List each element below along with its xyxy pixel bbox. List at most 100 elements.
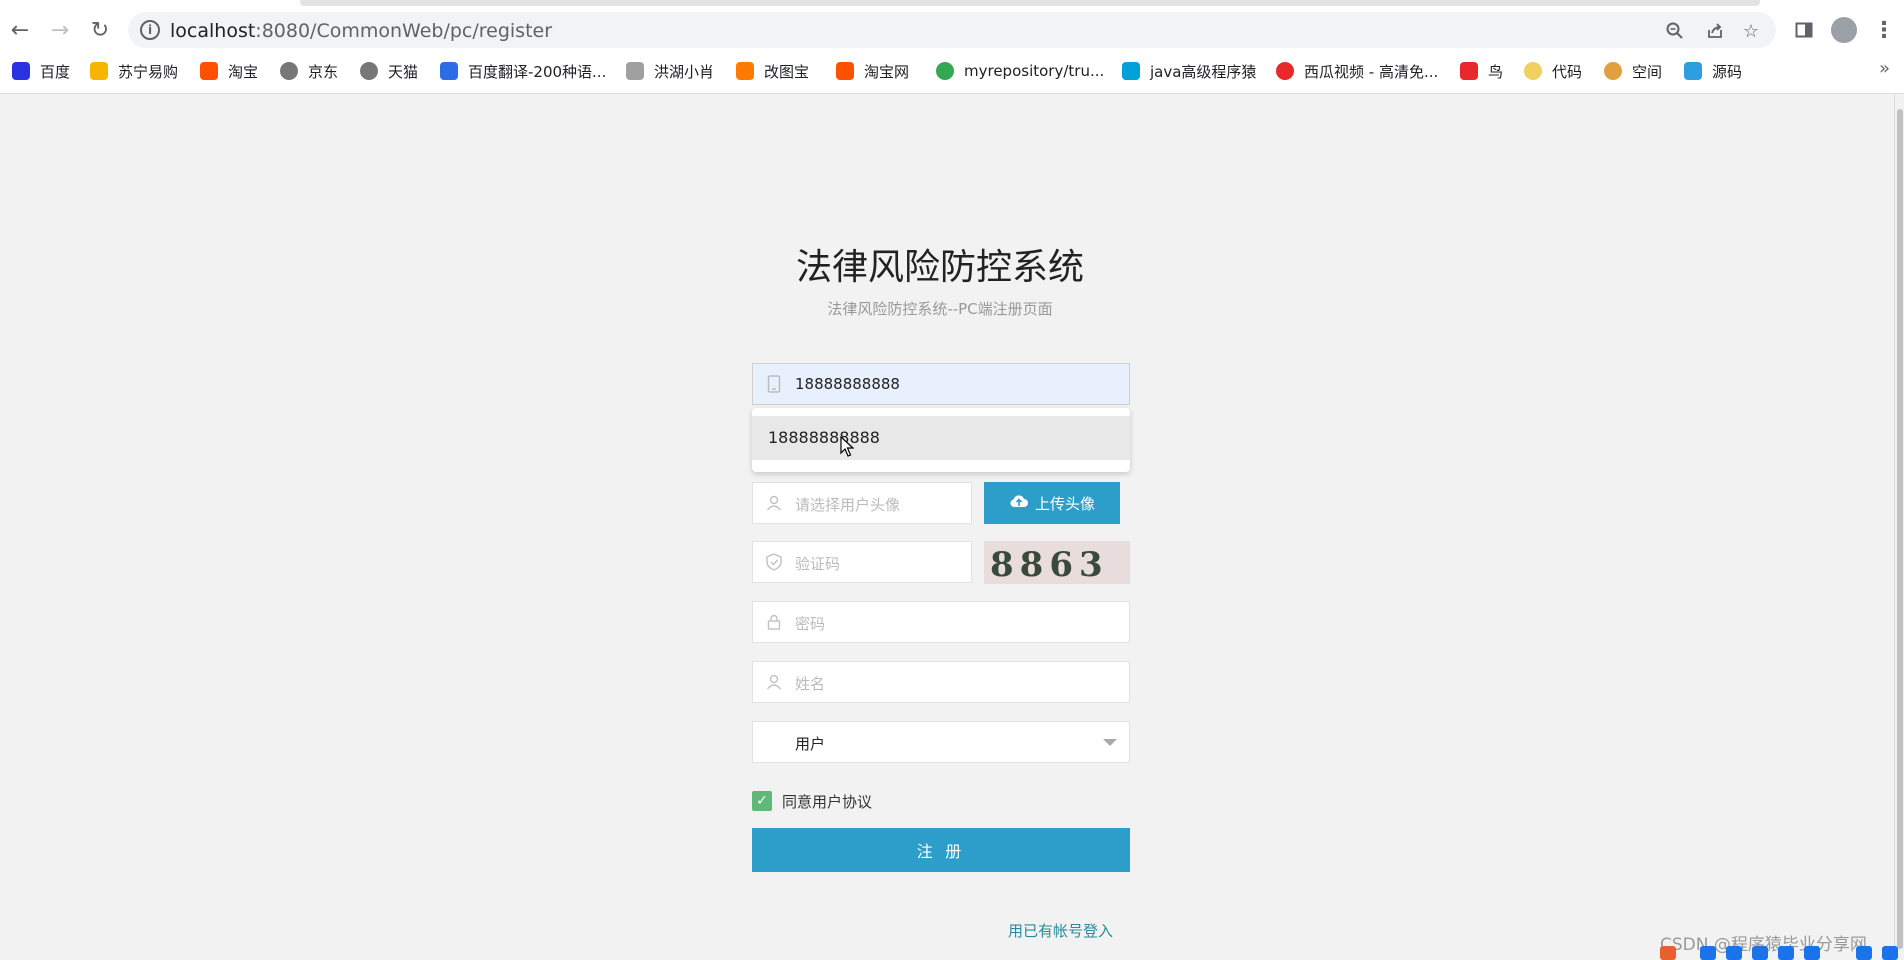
ime-skin-icon[interactable] [1856,946,1872,960]
bookmark-item[interactable]: 京东 [280,60,338,82]
bookmark-item[interactable]: 苏宁易购 [90,60,178,82]
user-icon [765,673,783,691]
phone-field[interactable]: 18888888888 [752,363,1130,405]
bookmark-label: 改图宝 [764,62,810,81]
captcha-field[interactable]: 验证码 [752,541,972,583]
bookmarks-overflow-icon[interactable]: » [1879,58,1890,79]
role-select[interactable]: 用户 [752,721,1130,763]
bookmark-favicon-icon [1684,62,1702,80]
agree-terms[interactable]: ✓ 同意用户协议 [752,790,872,812]
password-field[interactable]: 密码 [752,601,1130,643]
address-bar[interactable]: i localhost:8080/CommonWeb/pc/register ☆ [128,12,1776,48]
bookmark-star-icon[interactable]: ☆ [1738,18,1764,44]
back-icon[interactable]: ← [4,14,36,46]
bookmark-label: 代码 [1552,62,1583,81]
avatar-placeholder: 请选择用户头像 [795,496,901,514]
bookmark-item[interactable]: 西瓜视频 - 高清免... [1276,60,1438,82]
bookmark-label: 洪湖小肖 [654,62,715,81]
bookmark-favicon-icon [836,62,854,80]
bookmark-label: 鸟 [1488,62,1504,81]
share-icon[interactable] [1702,18,1728,44]
bookmark-label: 百度 [40,62,71,81]
bookmark-favicon-icon [1460,62,1478,80]
bookmark-item[interactable]: myrepository/tru... [936,60,1104,82]
avatar-field[interactable]: 请选择用户头像 [752,482,972,524]
captcha-image[interactable]: 8863 [984,541,1130,584]
scrollbar-thumb[interactable] [1897,109,1903,949]
forward-icon[interactable]: → [44,14,76,46]
autocomplete-option[interactable]: 18888888888 [752,416,1130,460]
bookmark-label: 京东 [308,62,339,81]
bookmark-item[interactable]: 百度翻译-200种语... [440,60,606,82]
bookmark-favicon-icon [626,62,644,80]
agree-label: 同意用户协议 [782,792,873,811]
bookmark-label: 西瓜视频 - 高清免... [1304,62,1439,81]
ime-toolbar [1660,946,1904,960]
bookmark-label: 淘宝网 [864,62,910,81]
bookmark-label: java高级程序猿 [1150,62,1257,81]
agree-checkbox[interactable]: ✓ [752,791,772,811]
bookmark-item[interactable]: 空间 [1604,60,1662,82]
page-scrollbar[interactable] [1894,95,1904,960]
upload-avatar-label: 上传头像 [1034,495,1095,513]
profile-avatar[interactable] [1828,14,1860,46]
bookmark-item[interactable]: 代码 [1524,60,1582,82]
upload-avatar-button[interactable]: 上传头像 [984,482,1120,524]
page-subtitle: 法律风险防控系统--PC端注册页面 [827,300,1053,318]
bookmark-favicon-icon [1524,62,1542,80]
role-selected-value: 用户 [795,735,826,753]
phone-icon [765,375,783,393]
bookmark-favicon-icon [90,62,108,80]
password-placeholder: 密码 [795,615,826,633]
bookmark-item[interactable]: 百度 [12,60,70,82]
mouse-cursor-icon [840,436,854,457]
phone-value: 18888888888 [795,375,900,393]
bookmark-favicon-icon [360,62,378,80]
ime-voice-icon[interactable] [1778,946,1794,960]
captcha-text: 8863 [990,545,1109,584]
bookmark-label: myrepository/tru... [964,62,1105,80]
site-info-icon[interactable]: i [140,20,160,40]
lock-icon [765,613,783,631]
bookmark-favicon-icon [12,62,30,80]
bookmark-favicon-icon [280,62,298,80]
bookmark-favicon-icon [736,62,754,80]
ime-menu-icon[interactable] [1882,946,1898,960]
menu-icon[interactable]: ⋮ [1868,14,1900,46]
bookmark-label: 源码 [1712,62,1743,81]
browser-chrome: ← → ↻ i localhost:8080/CommonWeb/pc/regi… [0,0,1904,94]
bookmark-item[interactable]: 天猫 [360,60,418,82]
url-path: :8080/CommonWeb/pc/register [255,20,553,42]
autocomplete-option-label: 18888888888 [768,428,880,447]
reload-icon[interactable]: ↻ [84,14,116,46]
autocomplete-dropdown: 18888888888 [752,408,1130,472]
tab-strip [300,0,1760,6]
bookmark-favicon-icon [1276,62,1294,80]
bookmark-item[interactable]: 改图宝 [736,60,809,82]
bookmark-favicon-icon [440,62,458,80]
name-placeholder: 姓名 [795,675,826,693]
register-button[interactable]: 注 册 [752,828,1130,872]
name-field[interactable]: 姓名 [752,661,1130,703]
ime-punctuation-icon[interactable] [1726,946,1742,960]
bookmark-label: 天猫 [388,62,419,81]
zoom-icon[interactable] [1662,18,1688,44]
bookmark-item[interactable]: java高级程序猿 [1122,60,1256,82]
ime-emoji-icon[interactable] [1752,946,1768,960]
bookmark-item[interactable]: 鸟 [1460,60,1503,82]
bookmark-item[interactable]: 淘宝 [200,60,258,82]
login-link[interactable]: 用已有帐号登入 [1008,920,1113,941]
bookmark-favicon-icon [1122,62,1140,80]
ime-chinese-icon[interactable] [1700,946,1716,960]
side-panel-icon[interactable] [1788,14,1820,46]
bookmark-item[interactable]: 源码 [1684,60,1742,82]
url-text[interactable]: localhost:8080/CommonWeb/pc/register [170,20,552,42]
url-host: localhost [170,20,256,42]
bookmark-item[interactable]: 洪湖小肖 [626,60,714,82]
bookmark-item[interactable]: 淘宝网 [836,60,909,82]
ime-keyboard-icon[interactable] [1804,946,1820,960]
bookmark-label: 百度翻译-200种语... [468,62,607,81]
captcha-placeholder: 验证码 [795,555,841,573]
cloud-upload-icon [1009,493,1029,514]
bookmark-favicon-icon [200,62,218,80]
